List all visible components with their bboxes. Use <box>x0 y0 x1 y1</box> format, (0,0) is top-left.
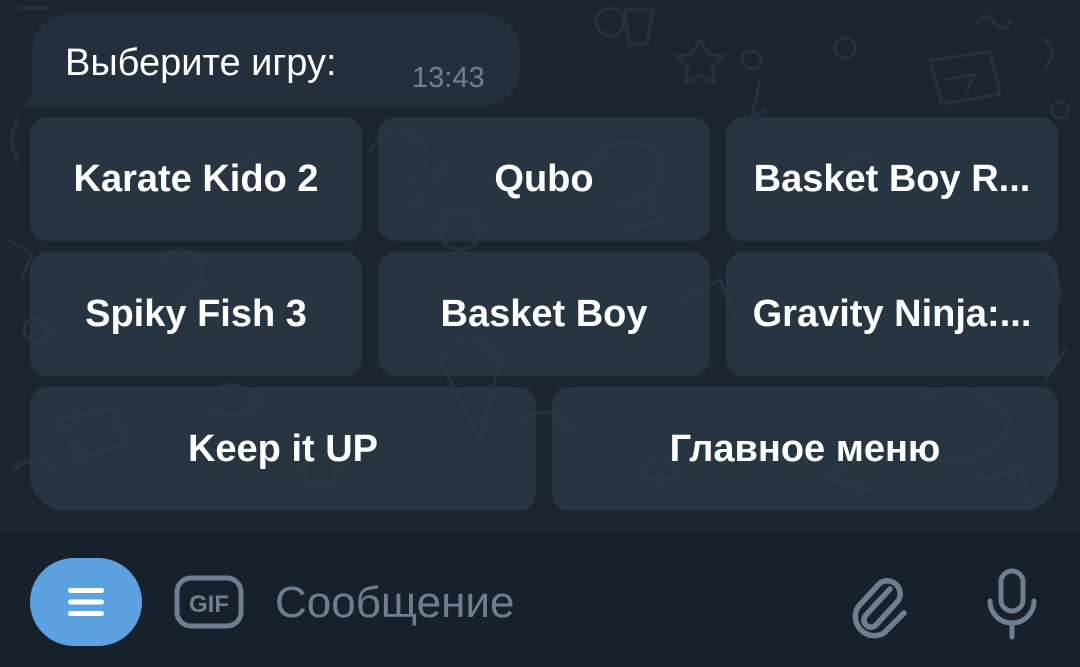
message-input[interactable] <box>275 575 815 631</box>
keyboard-button-label: Basket Boy <box>440 292 648 335</box>
keyboard-button-label: Главное меню <box>669 427 941 470</box>
telegram-chat-screen: Выберите игру: 13:43 Karate Kido 2 Qubo … <box>0 0 1080 667</box>
keyboard-button-basket-boy[interactable]: Basket Boy <box>378 252 710 376</box>
keyboard-button-label: Qubo <box>494 157 594 200</box>
keyboard-button-karate-kido-2[interactable]: Karate Kido 2 <box>30 117 362 241</box>
menu-icon <box>68 588 104 616</box>
keyboard-button-gravity-ninja[interactable]: Gravity Ninja:... <box>726 252 1058 376</box>
bot-menu-button[interactable] <box>30 558 142 646</box>
bubble-tail <box>18 82 42 106</box>
microphone-icon[interactable] <box>984 567 1040 643</box>
keyboard-button-qubo[interactable]: Qubo <box>378 117 710 241</box>
message-input-bar: GIF <box>0 531 1080 667</box>
message-text: Выберите игру: <box>65 42 337 84</box>
paperclip-icon[interactable] <box>846 569 910 641</box>
keyboard-button-label: Gravity Ninja:... <box>752 292 1032 335</box>
keyboard-button-keep-it-up[interactable]: Keep it UP <box>30 387 536 511</box>
keyboard-button-spiky-fish-3[interactable]: Spiky Fish 3 <box>30 252 362 376</box>
gif-icon[interactable]: GIF <box>174 575 244 629</box>
keyboard-button-label: Spiky Fish 3 <box>85 292 307 335</box>
message-time: 13:43 <box>412 62 485 94</box>
keyboard-button-main-menu[interactable]: Главное меню <box>552 387 1058 511</box>
keyboard-button-label: Basket Boy R... <box>753 157 1031 200</box>
keyboard-button-basket-boy-r[interactable]: Basket Boy R... <box>726 117 1058 241</box>
keyboard-button-label: Karate Kido 2 <box>73 157 319 200</box>
message-bubble: Выберите игру: 13:43 <box>32 14 520 106</box>
chat-area[interactable]: Выберите игру: 13:43 Karate Kido 2 Qubo … <box>0 0 1080 531</box>
keyboard-button-label: Keep it UP <box>187 427 379 470</box>
gif-label: GIF <box>189 591 229 618</box>
